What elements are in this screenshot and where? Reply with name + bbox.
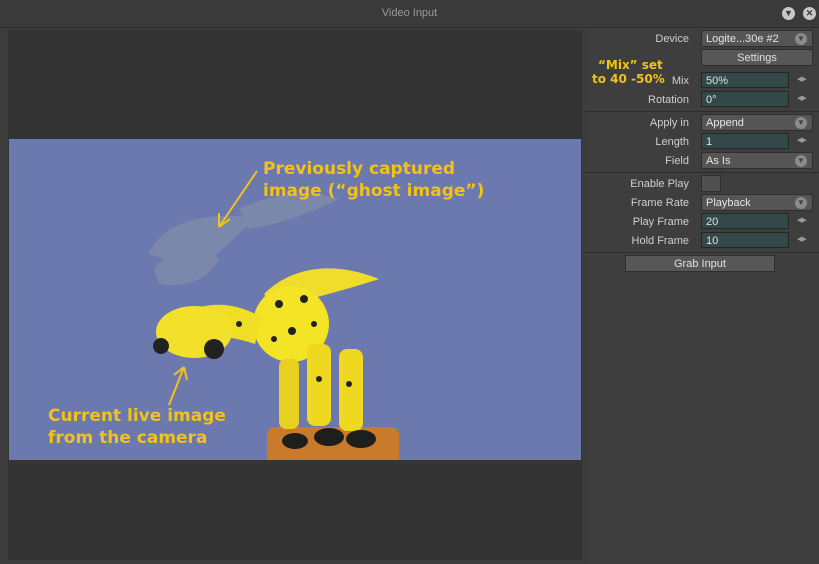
chevron-down-icon[interactable]: ▼: [782, 7, 795, 20]
length-field[interactable]: 1: [701, 133, 789, 149]
rotation-label: Rotation: [648, 94, 689, 106]
divider: [585, 111, 819, 112]
frame-rate-row: Frame Rate Playback ▼: [585, 194, 815, 212]
close-icon[interactable]: ✕: [803, 7, 816, 20]
stepper-arrows-icon[interactable]: ◀▶: [797, 216, 807, 224]
title-bar: Video Input ▼ ✕: [0, 0, 819, 28]
enable-play-row: Enable Play: [585, 175, 815, 193]
ghost-annotation: Previously captured image (“ghost image”): [263, 159, 485, 201]
chevron-down-icon: ▼: [795, 117, 807, 129]
device-label: Device: [655, 33, 689, 45]
stepper-arrows-icon[interactable]: ◀▶: [797, 75, 807, 83]
stepper-arrows-icon[interactable]: ◀▶: [797, 94, 807, 102]
apply-in-label: Apply in: [649, 117, 689, 129]
frame-rate-dropdown[interactable]: Playback ▼: [701, 194, 813, 211]
chevron-down-icon: ▼: [795, 155, 807, 167]
chevron-down-icon: ▼: [795, 33, 807, 45]
play-frame-row: Play Frame 20 ◀▶: [585, 213, 815, 231]
divider: [585, 172, 819, 173]
play-frame-label: Play Frame: [632, 216, 689, 228]
mix-row: Mix 50% ◀▶: [585, 72, 815, 90]
rotation-row: Rotation 0° ◀▶: [585, 91, 815, 109]
device-dropdown[interactable]: Logite...30e #2 ▼: [701, 30, 813, 47]
divider: [585, 252, 819, 253]
hold-frame-row: Hold Frame 10 ◀▶: [585, 232, 815, 250]
mix-field[interactable]: 50%: [701, 72, 789, 88]
apply-in-dropdown[interactable]: Append ▼: [701, 114, 813, 131]
enable-play-checkbox[interactable]: [701, 175, 721, 192]
frame-rate-label: Frame Rate: [630, 197, 689, 209]
length-label: Length: [655, 136, 689, 148]
mix-label: Mix: [671, 75, 689, 87]
window-title: Video Input: [381, 7, 438, 19]
hold-frame-field[interactable]: 10: [701, 232, 789, 248]
stepper-arrows-icon[interactable]: ◀▶: [797, 136, 807, 144]
device-row: Device Logite...30e #2 ▼: [585, 30, 815, 48]
stepper-arrows-icon[interactable]: ◀▶: [797, 235, 807, 243]
settings-button[interactable]: Settings: [701, 49, 813, 66]
field-row: Field As Is ▼: [585, 152, 815, 170]
apply-in-row: Apply in Append ▼: [585, 114, 815, 132]
chevron-down-icon: ▼: [795, 197, 807, 209]
enable-play-label: Enable Play: [630, 178, 689, 190]
field-label: Field: [665, 155, 689, 167]
live-annotation: Current live image from the camera: [48, 406, 226, 448]
play-frame-field[interactable]: 20: [701, 213, 789, 229]
grab-input-button[interactable]: Grab Input: [625, 255, 775, 272]
rotation-field[interactable]: 0°: [701, 91, 789, 107]
length-row: Length 1 ◀▶: [585, 133, 815, 151]
hold-frame-label: Hold Frame: [631, 235, 689, 247]
field-dropdown[interactable]: As Is ▼: [701, 152, 813, 169]
